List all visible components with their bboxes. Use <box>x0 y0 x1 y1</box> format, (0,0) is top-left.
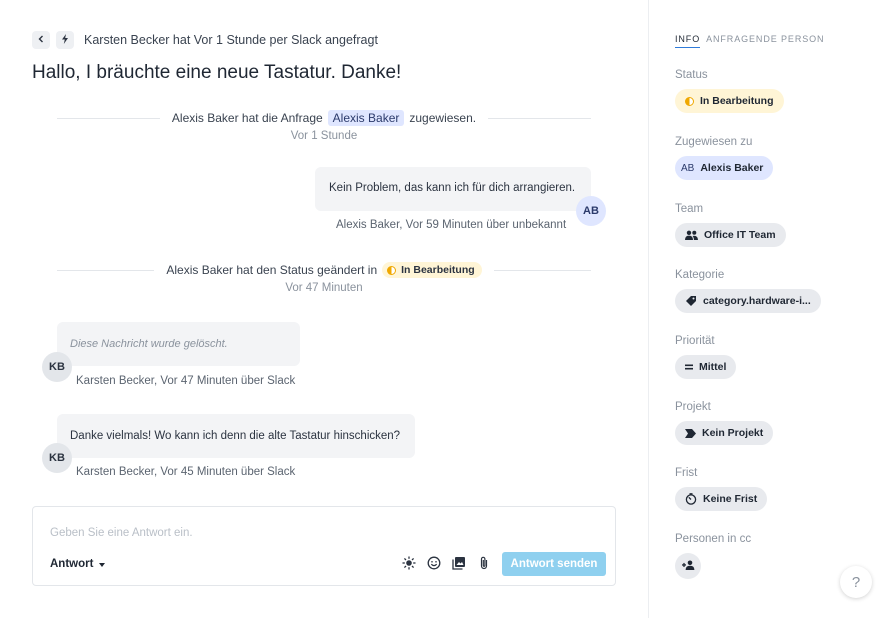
message-bubble: Danke vielmals! Wo kann ich denn die alt… <box>57 414 415 458</box>
field-label: Status <box>675 69 708 81</box>
half-circle-icon <box>387 265 397 275</box>
assignee-initials: AB <box>681 162 695 174</box>
deadline-value: Keine Frist <box>703 493 758 505</box>
paperclip-icon[interactable] <box>476 555 492 571</box>
status-value: In Bearbeitung <box>700 95 774 107</box>
message-meta: Alexis Baker, Vor 59 Minuten über unbeka… <box>336 219 567 231</box>
priority-value: Mittel <box>699 361 727 373</box>
timer-icon <box>685 493 697 505</box>
reply-composer: Antwort Antwort senden <box>32 506 616 586</box>
priority-chip[interactable]: Mittel <box>675 355 737 379</box>
tab-requester[interactable]: ANFRAGENDE PERSON <box>706 34 824 48</box>
details-sidebar: INFO ANFRAGENDE PERSON Status In Bearbei… <box>648 0 890 618</box>
equals-icon <box>685 364 693 370</box>
avatar: KB <box>42 443 72 473</box>
add-person-icon <box>681 560 695 573</box>
half-circle-icon <box>685 96 694 106</box>
message-text: Kein Problem, das kann ich für dich arra… <box>329 182 576 194</box>
message-text: Diese Nachricht wurde gelöscht. <box>70 338 228 350</box>
caret-down-icon <box>99 558 106 570</box>
request-header: Karsten Becker hat Vor 1 Stunde per Slac… <box>32 31 378 49</box>
event-time: Vor 47 Minuten <box>285 282 363 294</box>
project-chip[interactable]: Kein Projekt <box>675 421 774 445</box>
event-text: Alexis Baker hat den Status geändert in <box>166 263 378 277</box>
team-chip[interactable]: Office IT Team <box>675 223 786 247</box>
add-cc-person-button[interactable] <box>675 553 701 579</box>
cc-field: Personen in cc <box>675 533 751 579</box>
assignee-value: Alexis Baker <box>700 162 764 174</box>
status-tag: In Bearbeitung <box>382 262 482 278</box>
project-arrow-icon <box>685 428 696 438</box>
team-value: Office IT Team <box>704 229 776 241</box>
field-label: Projekt <box>675 401 711 413</box>
sidebar-tabs: INFO ANFRAGENDE PERSON <box>675 34 824 48</box>
status-event: Alexis Baker hat den Status geändert in … <box>57 262 591 294</box>
category-value: category.hardware-i... <box>703 295 811 307</box>
media-icon[interactable] <box>451 555 467 571</box>
project-field: Projekt Kein Projekt <box>675 401 774 445</box>
page-title: Hallo, I bräuchte eine neue Tastatur. Da… <box>32 62 402 83</box>
tab-info[interactable]: INFO <box>675 34 701 48</box>
help-button[interactable]: ? <box>840 566 872 598</box>
bolt-icon <box>61 33 69 47</box>
assignee-chip[interactable]: AB Alexis Baker <box>675 156 774 180</box>
channel-badge <box>56 31 74 49</box>
message-bubble: Kein Problem, das kann ich für dich arra… <box>315 167 591 211</box>
status-chip[interactable]: In Bearbeitung <box>675 89 784 113</box>
category-field: Kategorie category.hardware-i... <box>675 269 821 313</box>
assignee-tag: Alexis Baker <box>327 110 405 126</box>
field-label: Team <box>675 203 704 215</box>
people-icon <box>685 230 698 240</box>
event-time: Vor 1 Stunde <box>290 130 358 142</box>
field-label: Frist <box>675 467 698 479</box>
category-chip[interactable]: category.hardware-i... <box>675 289 821 313</box>
event-text: Alexis Baker hat die Anfrage <box>171 111 323 125</box>
divider <box>57 117 160 119</box>
priority-field: Priorität Mittel <box>675 335 737 379</box>
requester-line: Karsten Becker hat Vor 1 Stunde per Slac… <box>84 33 378 47</box>
chevron-left-icon <box>37 34 45 46</box>
reply-type-label: Antwort <box>50 558 94 570</box>
project-value: Kein Projekt <box>702 427 764 439</box>
message-meta: Karsten Becker, Vor 45 Minuten über Slac… <box>76 466 296 478</box>
divider <box>488 117 591 119</box>
message-bubble: Diese Nachricht wurde gelöscht. <box>57 322 300 366</box>
divider <box>57 269 155 271</box>
message-text: Danke vielmals! Wo kann ich denn die alt… <box>70 430 401 442</box>
status-tag-label: In Bearbeitung <box>401 264 475 276</box>
sun-icon[interactable] <box>401 555 417 571</box>
field-label: Zugewiesen zu <box>675 136 753 148</box>
composer-tools <box>401 555 492 571</box>
message-meta: Karsten Becker, Vor 47 Minuten über Slac… <box>76 375 296 387</box>
conversation-panel: Karsten Becker hat Vor 1 Stunde per Slac… <box>0 0 648 618</box>
status-field: Status In Bearbeitung <box>675 69 784 113</box>
assignee-field: Zugewiesen zu AB Alexis Baker <box>675 136 774 180</box>
event-text: zugewiesen. <box>409 111 477 125</box>
field-label: Priorität <box>675 335 715 347</box>
tag-icon <box>685 295 697 307</box>
divider <box>493 269 591 271</box>
reply-type-dropdown[interactable]: Antwort <box>50 558 106 570</box>
field-label: Personen in cc <box>675 533 752 545</box>
deadline-chip[interactable]: Keine Frist <box>675 487 768 511</box>
send-reply-button[interactable]: Antwort senden <box>502 552 606 576</box>
back-button[interactable] <box>32 31 50 49</box>
team-field: Team Office IT Team <box>675 203 786 247</box>
avatar: AB <box>576 196 606 226</box>
reply-input[interactable] <box>50 527 590 539</box>
avatar: KB <box>42 352 72 382</box>
field-label: Kategorie <box>675 269 725 281</box>
assignment-event: Alexis Baker hat die Anfrage Alexis Bake… <box>57 110 591 142</box>
deadline-field: Frist Keine Frist <box>675 467 768 511</box>
smiley-icon[interactable] <box>426 555 442 571</box>
